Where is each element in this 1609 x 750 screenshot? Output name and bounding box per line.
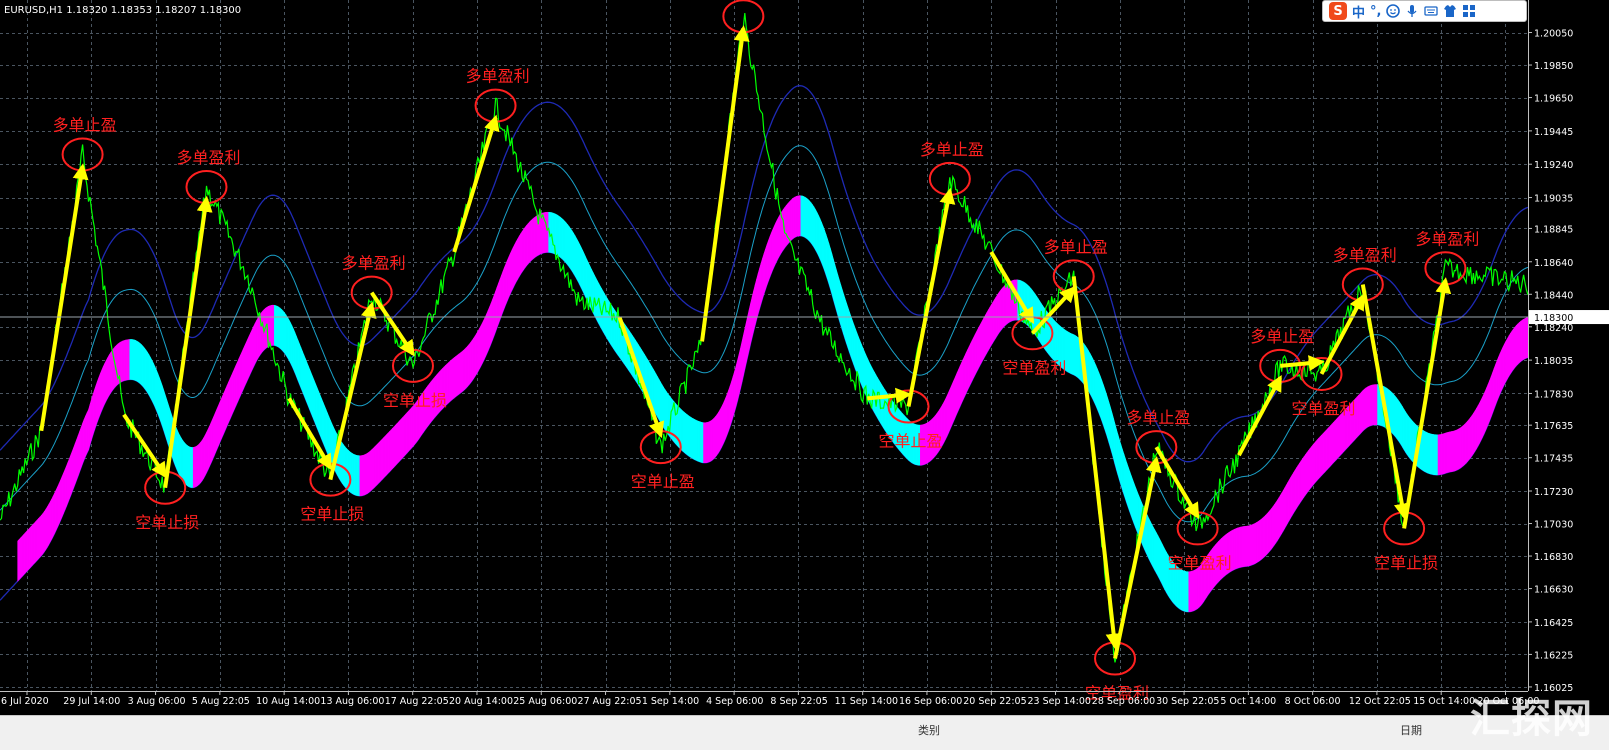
ime-logo-icon[interactable]: S	[1329, 2, 1347, 20]
price-tick-label: 1.18240	[1534, 323, 1573, 334]
long-annotation-label: 多单盈利	[176, 148, 240, 167]
price-tick-label: 1.17230	[1534, 487, 1573, 498]
microphone-icon[interactable]	[1405, 4, 1419, 18]
short-annotation-label: 空单盈利	[1168, 553, 1232, 572]
status-bar: 类别 日期	[0, 715, 1609, 750]
time-tick-label: 10 Aug 14:00	[256, 696, 320, 707]
long-annotation-label: 多单盈利	[466, 67, 530, 86]
time-tick-label: 20 Sep 22:05	[963, 696, 1026, 707]
price-tick-label: 1.16225	[1534, 650, 1573, 661]
status-label-date: 日期	[1400, 724, 1422, 737]
long-annotation-label: 多单止盈	[1126, 408, 1190, 427]
price-tick-label: 1.18035	[1534, 356, 1573, 367]
short-annotation-label: 空单止盈	[879, 431, 943, 450]
time-tick-label: 28 Sep 06:00	[1092, 696, 1155, 707]
long-annotation-label: 多单盈利	[342, 254, 406, 273]
time-axis: 6 Jul 2020 29 Jul 14:00 3 Aug 06:00 5 Aug 2…	[0, 691, 1539, 707]
price-tick-label: 1.19850	[1534, 61, 1573, 72]
short-annotation-label: 空单止损	[383, 391, 447, 410]
price-tick-label: 1.16630	[1534, 585, 1573, 596]
price-tick-label: 1.19445	[1534, 127, 1573, 138]
long-annotation-label: 多单止盈	[1044, 237, 1108, 256]
skin-icon[interactable]	[1443, 4, 1457, 18]
short-annotation-label: 空单止损	[1374, 553, 1438, 572]
price-tick-label: 1.18640	[1534, 258, 1573, 269]
short-annotation-label: 空单盈利	[1002, 358, 1066, 377]
price-chart[interactable]: 多单止盈空单止损多单盈利空单止损多单盈利空单止损多单盈利空单止盈多单盈利空单止盈…	[0, 0, 1609, 715]
symbol-header: EURUSD,H1 1.18320 1.18353 1.18207 1.1830…	[4, 5, 241, 16]
time-tick-label: 11 Sep 14:00	[835, 696, 898, 707]
status-label-category: 类别	[918, 724, 940, 737]
price-tick-label: 1.16425	[1534, 618, 1573, 629]
ime-toolbar[interactable]: S 中 °,	[1322, 0, 1527, 22]
time-tick-label: 23 Sep 14:00	[1028, 696, 1091, 707]
time-tick-label: 3 Aug 06:00	[128, 696, 186, 707]
price-tick-label: 1.17030	[1534, 520, 1573, 531]
time-tick-label: 13 Aug 06:00	[320, 696, 384, 707]
ime-language-toggle[interactable]: 中	[1352, 2, 1365, 21]
time-tick-label: 30 Sep 22:05	[1156, 696, 1219, 707]
current-price-label: 1.18300	[1534, 313, 1573, 324]
long-annotation-label: 多单止盈	[53, 115, 117, 134]
time-tick-label: 16 Sep 06:00	[899, 696, 962, 707]
time-tick-label: 15 Oct 14:00	[1413, 696, 1475, 707]
keyboard-icon[interactable]	[1424, 4, 1439, 18]
long-annotation-label: 多单止盈	[920, 140, 984, 159]
price-tick-label: 1.20050	[1534, 29, 1573, 40]
ime-punctuation-toggle[interactable]: °,	[1370, 4, 1381, 19]
toolbox-icon[interactable]	[1462, 4, 1476, 18]
price-tick-label: 1.17635	[1534, 421, 1573, 432]
price-tick-label: 1.17830	[1534, 389, 1573, 400]
price-tick-label: 1.18845	[1534, 224, 1573, 235]
time-tick-label: 12 Oct 22:05	[1349, 696, 1411, 707]
price-tick-label: 1.19035	[1534, 194, 1573, 205]
time-tick-label: 5 Oct 14:00	[1220, 696, 1276, 707]
short-annotation-label: 空单盈利	[1292, 399, 1356, 418]
long-annotation-label: 多单盈利	[1333, 246, 1397, 265]
band-segment-up	[1526, 316, 1529, 359]
price-tick-label: 1.18440	[1534, 290, 1573, 301]
short-annotation-label: 空单止损	[300, 505, 364, 524]
price-tick-label: 1.17435	[1534, 454, 1573, 465]
price-tick-label: 1.19240	[1534, 160, 1573, 171]
short-annotation-label: 空单止损	[135, 513, 199, 532]
time-tick-label: 1 Sep 14:00	[642, 696, 699, 707]
time-tick-label: 17 Aug 22:05	[385, 696, 449, 707]
short-annotation-label: 空单止盈	[631, 472, 695, 491]
chart-window[interactable]: 多单止盈空单止损多单盈利空单止损多单盈利空单止损多单盈利空单止盈多单盈利空单止盈…	[0, 0, 1609, 749]
emoji-icon[interactable]	[1386, 4, 1401, 18]
price-tick-label: 1.16830	[1534, 552, 1573, 563]
time-tick-label: 20 Aug 14:00	[449, 696, 513, 707]
time-tick-label: 4 Sep 06:00	[706, 696, 763, 707]
time-tick-label: 8 Oct 06:00	[1285, 696, 1341, 707]
long-annotation-label: 多单止盈	[1250, 327, 1314, 346]
time-tick-label: 8 Sep 22:05	[770, 696, 827, 707]
watermark-logo: 汇探网	[1470, 696, 1593, 742]
time-tick-label: 27 Aug 22:05	[578, 696, 642, 707]
time-tick-label: 5 Aug 22:05	[192, 696, 250, 707]
price-tick-label: 1.19650	[1534, 94, 1573, 105]
time-tick-label: 29 Jul 14:00	[63, 696, 120, 707]
time-tick-label: 6 Jul 2020	[1, 696, 49, 707]
long-annotation-label: 多单盈利	[1415, 229, 1479, 248]
time-tick-label: 25 Aug 06:00	[513, 696, 577, 707]
